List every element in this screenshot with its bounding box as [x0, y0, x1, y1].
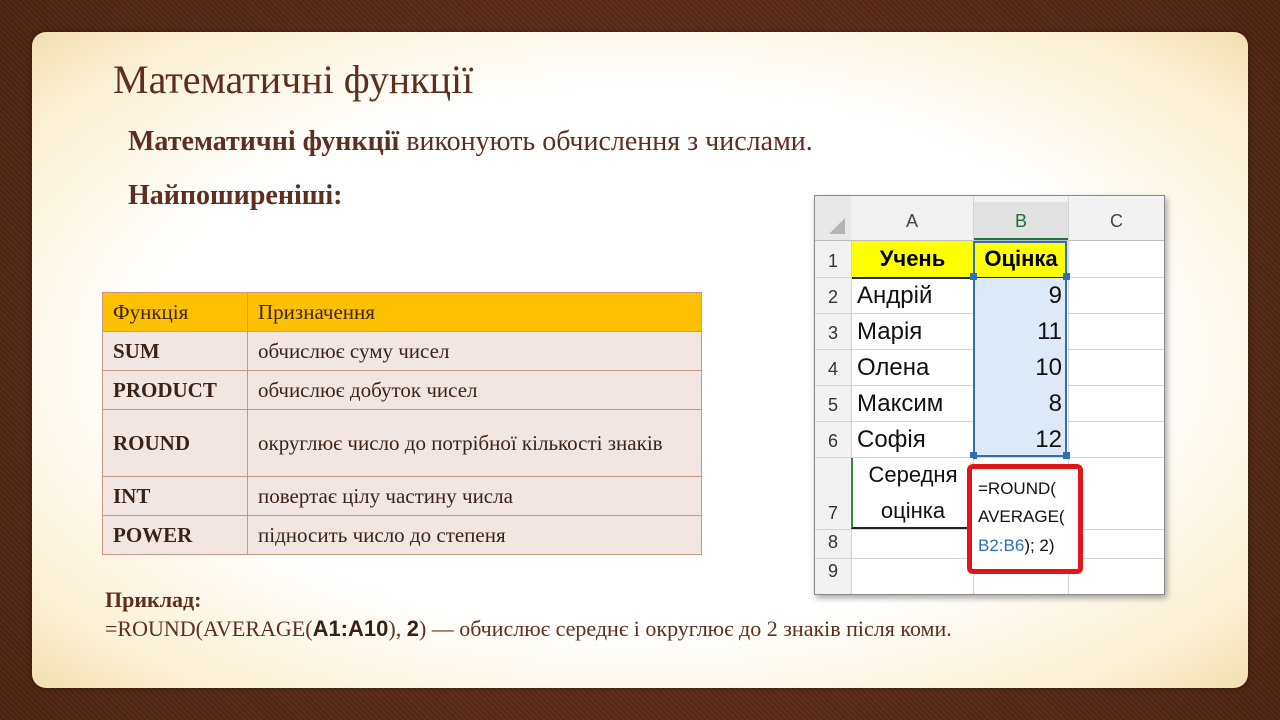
- header-cell-student[interactable]: Учень: [852, 241, 973, 279]
- function-name: ROUND: [102, 409, 248, 477]
- formula-end: ); 2): [1024, 536, 1055, 555]
- function-desc: підносить число до степеня: [247, 515, 702, 555]
- column-header-a[interactable]: A: [851, 206, 973, 236]
- table-row: ROUND округлює число до потрібної кілько…: [102, 409, 702, 477]
- student-grade[interactable]: 10: [974, 354, 1062, 382]
- function-desc: обчислює суму чисел: [247, 331, 702, 371]
- slide-title: Математичні функції: [113, 57, 474, 102]
- intro-bold: Математичні функції: [128, 126, 400, 157]
- row-number[interactable]: 8: [815, 532, 851, 558]
- selection-handle[interactable]: [970, 273, 977, 280]
- intro-text: Математичні функції виконують обчислення…: [128, 126, 813, 158]
- corner-triangle-icon: [829, 218, 845, 234]
- table-header-row: Функція Призначення: [102, 292, 702, 332]
- table-row: SUM обчислює суму чисел: [102, 331, 702, 371]
- average-label-line2: оцінка: [880, 498, 946, 523]
- selection-handle[interactable]: [1063, 452, 1070, 459]
- selection-border: [973, 241, 1067, 457]
- row-number[interactable]: 4: [815, 359, 851, 385]
- formula-line3: B2:B6); 2): [978, 536, 1055, 556]
- functions-table: Функція Призначення SUM обчислює суму чи…: [102, 292, 702, 555]
- row-number[interactable]: 1: [815, 251, 851, 277]
- column-header-c[interactable]: C: [1069, 206, 1164, 236]
- function-desc: округлює число до потрібної кількості зн…: [247, 409, 702, 477]
- column-header-b[interactable]: B: [974, 202, 1068, 240]
- example-part1: =ROUND(AVERAGE(: [105, 616, 313, 641]
- intro-rest: виконують обчислення з числами.: [399, 126, 813, 157]
- student-grade[interactable]: 8: [974, 390, 1062, 418]
- example-part3: ) — обчислює середнє і округлює до 2 зна…: [418, 616, 952, 641]
- function-desc: обчислює добуток чисел: [247, 370, 702, 410]
- example-text: =ROUND(AVERAGE(A1:A10), 2) — обчислює се…: [105, 616, 952, 642]
- select-all-corner[interactable]: [815, 196, 851, 240]
- student-name[interactable]: Софія: [857, 426, 926, 454]
- formula-line1: =ROUND(: [978, 479, 1056, 498]
- table-row: PRODUCT обчислює добуток чисел: [102, 370, 702, 410]
- student-name[interactable]: Олена: [857, 354, 929, 382]
- selection-handle[interactable]: [1063, 273, 1070, 280]
- function-desc: повертає цілу частину числа: [247, 476, 702, 516]
- function-name: INT: [102, 476, 248, 516]
- example-arg2: 2: [406, 616, 419, 641]
- example-arg1: A1:A10: [312, 616, 389, 641]
- row-number[interactable]: 3: [815, 323, 851, 349]
- formula-range-ref: B2:B6: [978, 536, 1025, 555]
- formula-line2: AVERAGE(: [978, 507, 1065, 526]
- student-name[interactable]: Максим: [857, 390, 943, 418]
- student-name[interactable]: Андрій: [857, 282, 932, 310]
- row-number[interactable]: 7: [815, 503, 851, 529]
- spreadsheet-image: A B C 1 2 3 4 5 6 7 8 9 Учень Оцінка Анд…: [814, 195, 1165, 595]
- average-label-line1: Середня: [868, 462, 958, 487]
- col-header-function: Функція: [102, 292, 248, 332]
- student-grade[interactable]: 11: [974, 318, 1062, 346]
- row-number[interactable]: 9: [815, 561, 851, 587]
- student-grade[interactable]: 12: [974, 426, 1062, 454]
- row-number[interactable]: 5: [815, 395, 851, 421]
- row-number[interactable]: 6: [815, 431, 851, 457]
- function-name: POWER: [102, 515, 248, 555]
- function-name: SUM: [102, 331, 248, 371]
- table-row: POWER підносить число до степеня: [102, 515, 702, 555]
- function-name: PRODUCT: [102, 370, 248, 410]
- student-name[interactable]: Марія: [857, 318, 922, 346]
- example-part2: ),: [388, 616, 407, 641]
- table-row: INT повертає цілу частину числа: [102, 476, 702, 516]
- subheading: Найпоширеніші:: [128, 180, 343, 211]
- row-number[interactable]: 2: [815, 287, 851, 313]
- student-grade[interactable]: 9: [974, 282, 1062, 310]
- example-label: Приклад:: [105, 587, 202, 612]
- col-header-purpose: Призначення: [247, 292, 702, 332]
